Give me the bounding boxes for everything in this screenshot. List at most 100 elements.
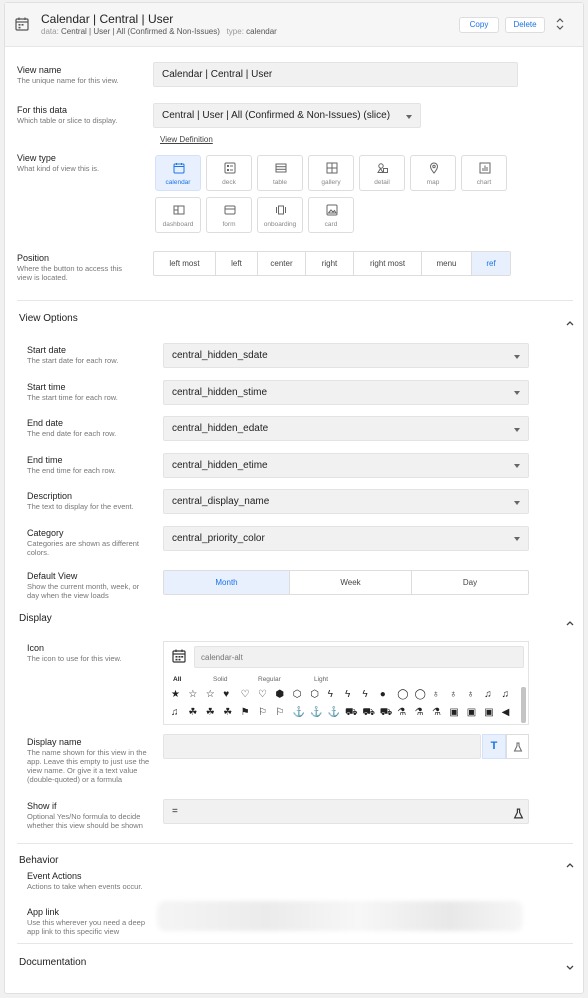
icon-option[interactable]: ϟ bbox=[345, 689, 350, 700]
icon-option[interactable]: ♥ bbox=[223, 689, 229, 700]
icon-option[interactable]: ⛟ bbox=[380, 707, 393, 720]
description-select[interactable]: central_display_name bbox=[163, 489, 529, 514]
view-type-table[interactable]: table bbox=[257, 155, 303, 191]
icon-option[interactable]: ⬢ bbox=[275, 689, 284, 700]
view-type-label: deck bbox=[222, 179, 236, 186]
divider bbox=[17, 300, 573, 301]
category-select[interactable]: central_priority_color bbox=[163, 525, 529, 551]
posseg-option-left-most[interactable]: left most bbox=[154, 252, 216, 275]
delete-button[interactable]: Delete bbox=[505, 17, 545, 33]
app-link-value-blurred[interactable] bbox=[157, 901, 523, 931]
copy-button[interactable]: Copy bbox=[459, 17, 499, 33]
view-type-calendar[interactable]: calendar bbox=[155, 155, 201, 191]
view-name-input[interactable]: Calendar | Central | User bbox=[153, 62, 518, 87]
data-select[interactable]: Central | User | All (Confirmed & Non-Is… bbox=[153, 103, 421, 128]
icon-tab-all[interactable]: All bbox=[173, 676, 181, 683]
icon-option[interactable]: ♡ bbox=[258, 689, 267, 700]
chevron-up-icon[interactable] bbox=[565, 314, 575, 332]
icon-option[interactable]: ♁ bbox=[449, 689, 457, 700]
icon-scrollbar[interactable] bbox=[521, 687, 526, 723]
posseg-option-right-most[interactable]: right most bbox=[354, 252, 422, 275]
display-name-input[interactable] bbox=[163, 734, 481, 759]
icon-option[interactable]: ⚑ bbox=[241, 707, 250, 718]
display-section-title[interactable]: Display bbox=[19, 613, 52, 624]
icon-option[interactable]: ◯ bbox=[397, 689, 408, 700]
icon-option[interactable]: ◯ bbox=[415, 689, 426, 700]
icon-option[interactable]: ◀ bbox=[502, 707, 510, 718]
icon-option[interactable]: ⚗ bbox=[432, 707, 441, 718]
icon-option[interactable]: ϟ bbox=[328, 689, 333, 700]
icon-tab-regular[interactable]: Regular bbox=[258, 676, 281, 683]
icon-option[interactable]: ♫ bbox=[484, 689, 492, 700]
table-icon bbox=[275, 163, 287, 173]
view-type-onboarding[interactable]: onboarding bbox=[257, 197, 303, 233]
icon-option[interactable]: ⚓ bbox=[310, 707, 322, 718]
icon-option[interactable]: ⬡ bbox=[310, 689, 319, 700]
flask-icon[interactable] bbox=[513, 806, 524, 824]
icon-search-input[interactable] bbox=[194, 646, 524, 668]
icon-label-group: Icon The icon to use for this view. bbox=[27, 643, 122, 663]
start-date-select[interactable]: central_hidden_sdate bbox=[163, 343, 529, 368]
icon-option[interactable]: ♁ bbox=[467, 689, 475, 700]
view-type-dashboard[interactable]: dashboard bbox=[155, 197, 201, 233]
end-date-select[interactable]: central_hidden_edate bbox=[163, 416, 529, 441]
field-label-group: Start time The start time for each row. bbox=[27, 381, 118, 402]
icon-option[interactable]: ☆ bbox=[206, 689, 215, 700]
dvseg-option-month[interactable]: Month bbox=[164, 571, 290, 594]
chevron-down-icon[interactable] bbox=[565, 958, 575, 976]
icon-option[interactable]: ♫ bbox=[171, 707, 179, 718]
icon-option[interactable]: ☘ bbox=[223, 707, 232, 718]
text-mode-button[interactable]: T bbox=[482, 734, 506, 759]
view-type-card[interactable]: card bbox=[308, 197, 354, 233]
icon-option[interactable]: ⛟ bbox=[345, 707, 358, 720]
dvseg-option-week[interactable]: Week bbox=[290, 571, 412, 594]
icon-option[interactable]: ♫ bbox=[502, 689, 510, 700]
start-time-select[interactable]: central_hidden_stime bbox=[163, 379, 529, 405]
icon-option[interactable]: ★ bbox=[171, 689, 180, 700]
posseg-option-center[interactable]: center bbox=[258, 252, 306, 275]
icon-option[interactable]: ▣ bbox=[484, 707, 493, 718]
view-definition-link[interactable]: View Definition bbox=[160, 135, 213, 144]
view-type-label: card bbox=[324, 221, 338, 228]
posseg-option-right[interactable]: right bbox=[306, 252, 354, 275]
icon-option[interactable]: ▣ bbox=[449, 707, 458, 718]
show-if-input[interactable]: = bbox=[163, 799, 529, 824]
icon-option[interactable]: ⚓ bbox=[328, 707, 340, 718]
view-type-deck[interactable]: deck bbox=[206, 155, 252, 191]
posseg-option-menu[interactable]: menu bbox=[422, 252, 472, 275]
icon-option[interactable]: ☘ bbox=[188, 707, 197, 718]
icon-option[interactable]: ☘ bbox=[206, 707, 215, 718]
icon-option[interactable]: ☆ bbox=[188, 689, 197, 700]
icon-tab-light[interactable]: Light bbox=[314, 676, 328, 683]
icon-option[interactable]: ⚗ bbox=[415, 707, 424, 718]
posseg-option-ref[interactable]: ref bbox=[472, 252, 510, 275]
chevron-up-icon[interactable] bbox=[565, 856, 575, 874]
dvseg-option-day[interactable]: Day bbox=[412, 571, 528, 594]
view-type-gallery[interactable]: gallery bbox=[308, 155, 354, 191]
view-type-chart[interactable]: chart bbox=[461, 155, 507, 191]
chevron-up-icon[interactable] bbox=[565, 614, 575, 632]
documentation-section-title[interactable]: Documentation bbox=[19, 957, 86, 968]
icon-option[interactable]: ⛟ bbox=[362, 707, 375, 720]
view-type-form[interactable]: form bbox=[206, 197, 252, 233]
icon-option[interactable]: ● bbox=[380, 689, 386, 700]
behavior-section-title[interactable]: Behavior bbox=[19, 855, 58, 866]
icon-option[interactable]: ▣ bbox=[467, 707, 476, 718]
view-type-detail[interactable]: detail bbox=[359, 155, 405, 191]
icon-option[interactable]: ♁ bbox=[432, 689, 440, 700]
view-type-label: map bbox=[426, 179, 440, 186]
icon-option[interactable]: ♡ bbox=[241, 689, 250, 700]
icon-option[interactable]: ⬡ bbox=[293, 689, 302, 700]
posseg-option-left[interactable]: left bbox=[216, 252, 258, 275]
icon-option[interactable]: ⚗ bbox=[397, 707, 406, 718]
view-options-section-title[interactable]: View Options bbox=[19, 313, 78, 324]
icon-option[interactable]: ⚐ bbox=[258, 707, 267, 718]
icon-tab-solid[interactable]: Solid bbox=[213, 676, 227, 683]
icon-option[interactable]: ϟ bbox=[362, 689, 367, 700]
end-time-select[interactable]: central_hidden_etime bbox=[163, 452, 529, 478]
view-type-map[interactable]: map bbox=[410, 155, 456, 191]
formula-mode-button[interactable] bbox=[506, 734, 529, 759]
icon-option[interactable]: ⚐ bbox=[275, 707, 284, 718]
icon-option[interactable]: ⚓ bbox=[293, 707, 305, 718]
expand-collapse-icon[interactable] bbox=[555, 17, 565, 36]
